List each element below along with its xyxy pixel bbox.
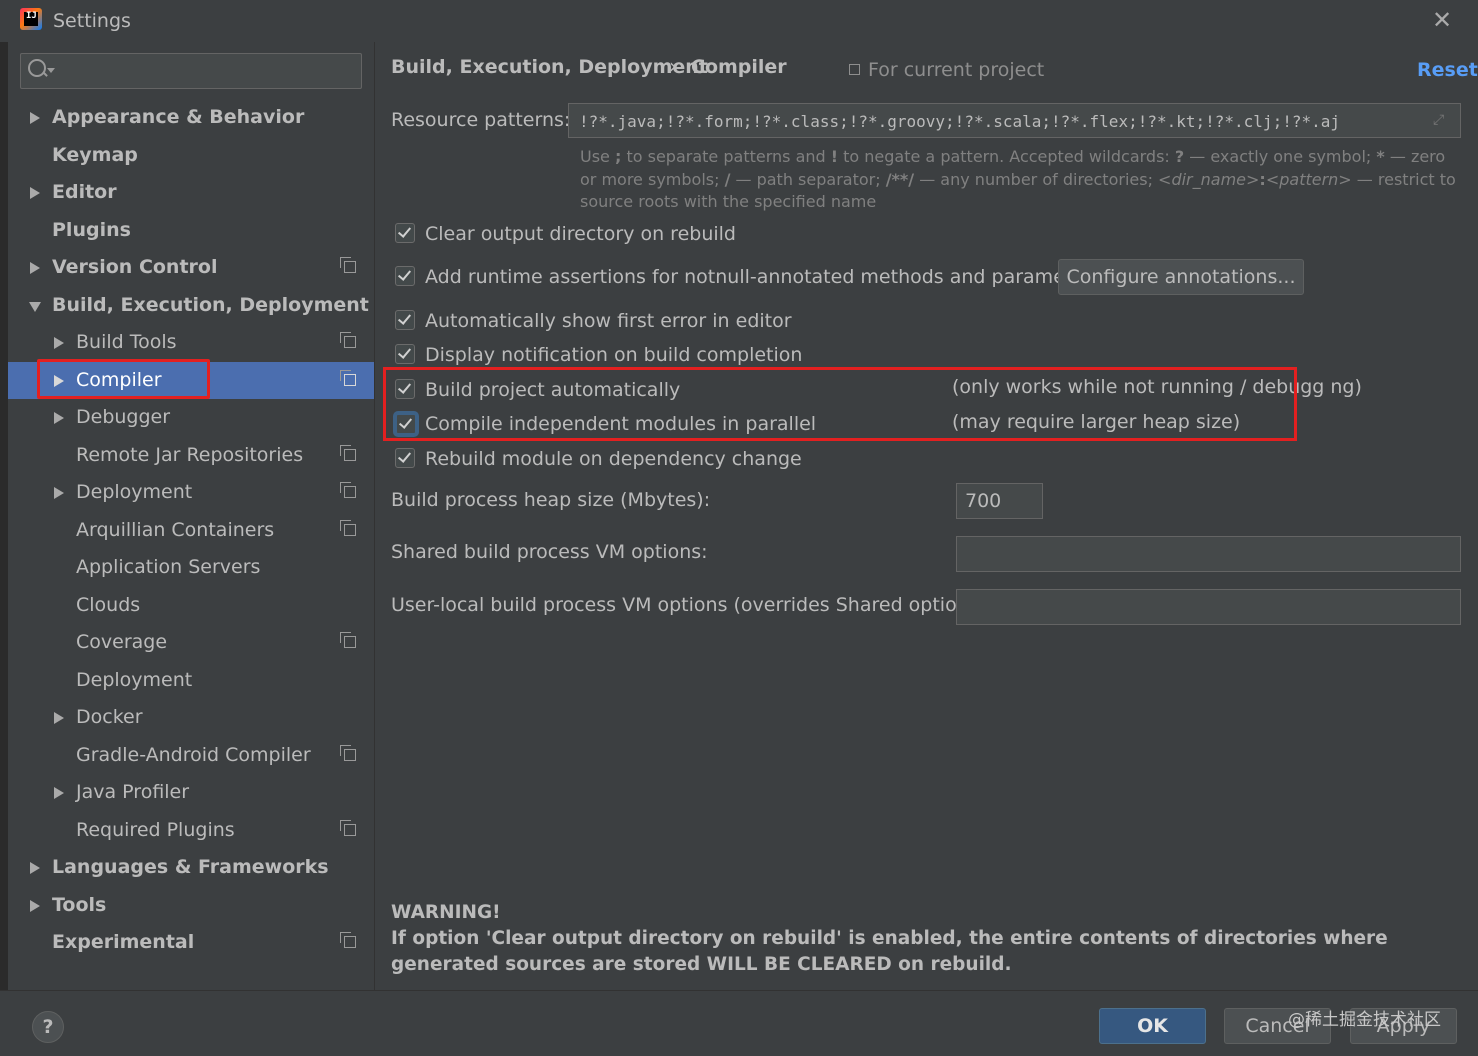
settings-sidebar: Appearance & Behavior Keymap Editor Plug… bbox=[8, 42, 374, 990]
configure-annotations-button[interactable]: Configure annotations... bbox=[1058, 259, 1304, 295]
expand-arrow-icon[interactable] bbox=[30, 262, 40, 274]
sidebar-item-keymap[interactable]: Keymap bbox=[8, 137, 374, 174]
checkbox-clear-output[interactable] bbox=[395, 223, 415, 243]
warning-text: If option 'Clear output directory on reb… bbox=[391, 928, 1388, 975]
project-scope-icon bbox=[340, 520, 356, 536]
reset-link[interactable]: Reset bbox=[1417, 59, 1478, 81]
resource-patterns-input[interactable]: !?*.java;!?*.form;!?*.class;!?*.groovy;!… bbox=[568, 103, 1461, 138]
project-scope-icon bbox=[340, 332, 356, 348]
sidebar-item-tools[interactable]: Tools bbox=[8, 887, 374, 924]
close-icon[interactable]: ✕ bbox=[1432, 6, 1452, 34]
window-title: Settings bbox=[53, 10, 131, 32]
sidebar-item-build-tools[interactable]: Build Tools bbox=[8, 324, 374, 361]
ok-button[interactable]: OK bbox=[1099, 1008, 1206, 1044]
warning-title: WARNING! bbox=[391, 902, 501, 923]
warning-message: WARNING! If option 'Clear output directo… bbox=[391, 900, 1461, 978]
sidebar-item-debugger[interactable]: Debugger bbox=[8, 399, 374, 436]
project-scope-icon bbox=[340, 445, 356, 461]
shared-vm-options-input[interactable] bbox=[956, 536, 1461, 572]
title-bar: IJ Settings ✕ bbox=[0, 0, 1478, 42]
expand-arrow-icon[interactable] bbox=[30, 187, 40, 199]
project-scope-icon bbox=[340, 482, 356, 498]
window-left-edge bbox=[0, 0, 8, 1055]
breadcrumb-parent[interactable]: Build, Execution, Deployment bbox=[391, 56, 708, 78]
sidebar-item-application-servers[interactable]: Application Servers bbox=[8, 549, 374, 586]
sidebar-item-arquillian-containers[interactable]: Arquillian Containers bbox=[8, 512, 374, 549]
expand-arrow-icon[interactable] bbox=[30, 112, 40, 124]
breadcrumb-separator: › bbox=[669, 54, 677, 78]
sidebar-item-deployment-2[interactable]: Deployment bbox=[8, 662, 374, 699]
project-scope-icon bbox=[340, 745, 356, 761]
project-scope-icon bbox=[340, 257, 356, 273]
user-vm-options-input[interactable] bbox=[956, 589, 1461, 625]
sidebar-item-build-execution-deployment[interactable]: Build, Execution, Deployment bbox=[8, 287, 374, 324]
resource-patterns-hint: Use ; to separate patterns and ! to nega… bbox=[580, 147, 1456, 211]
checkbox-rebuild-on-dependency[interactable] bbox=[395, 448, 415, 468]
sidebar-item-remote-jar-repositories[interactable]: Remote Jar Repositories bbox=[8, 437, 374, 474]
intellij-logo-icon: IJ bbox=[20, 8, 42, 30]
sidebar-item-deployment[interactable]: Deployment bbox=[8, 474, 374, 511]
sidebar-item-version-control[interactable]: Version Control bbox=[8, 249, 374, 286]
sidebar-item-clouds[interactable]: Clouds bbox=[8, 587, 374, 624]
highlight-annotation-options bbox=[383, 367, 1297, 441]
expand-arrow-icon[interactable] bbox=[30, 900, 40, 912]
breadcrumb-current: Compiler bbox=[691, 56, 787, 78]
sidebar-item-languages-frameworks[interactable]: Languages & Frameworks bbox=[8, 849, 374, 886]
sidebar-item-appearance-behavior[interactable]: Appearance & Behavior bbox=[8, 99, 374, 136]
collapse-arrow-icon[interactable] bbox=[29, 302, 41, 312]
expand-arrow-icon[interactable] bbox=[54, 412, 64, 424]
scope-label: For current project bbox=[868, 59, 1045, 81]
sidebar-item-docker[interactable]: Docker bbox=[8, 699, 374, 736]
project-scope-icon bbox=[340, 820, 356, 836]
project-scope-icon bbox=[849, 64, 860, 75]
heap-size-label: Build process heap size (Mbytes): bbox=[391, 489, 711, 511]
expand-arrow-icon[interactable] bbox=[54, 337, 64, 349]
expand-arrow-icon[interactable] bbox=[54, 487, 64, 499]
sidebar-item-required-plugins[interactable]: Required Plugins bbox=[8, 812, 374, 849]
resource-patterns-label: Resource patterns: bbox=[391, 109, 571, 131]
compiler-settings-panel: Build, Execution, Deployment › Compiler … bbox=[375, 42, 1478, 990]
user-vm-options-label: User-local build process VM options (ove… bbox=[391, 594, 993, 616]
search-options-icon[interactable] bbox=[47, 68, 55, 73]
help-button[interactable]: ? bbox=[32, 1011, 64, 1043]
project-scope-icon bbox=[340, 370, 356, 386]
project-scope-icon bbox=[340, 932, 356, 948]
watermark: @稀土掘金技术社区 bbox=[1288, 1010, 1441, 1030]
project-scope-icon bbox=[340, 632, 356, 648]
dialog-footer: ? OK Cancel Apply @稀土掘金技术社区 bbox=[0, 990, 1478, 1056]
sidebar-item-experimental[interactable]: Experimental bbox=[8, 924, 374, 961]
checkbox-build-notification[interactable] bbox=[395, 344, 415, 364]
heap-size-input[interactable]: 700 bbox=[956, 483, 1043, 519]
sidebar-item-coverage[interactable]: Coverage bbox=[8, 624, 374, 661]
expand-arrow-icon[interactable] bbox=[54, 712, 64, 724]
highlight-annotation-compiler bbox=[37, 359, 210, 399]
search-input[interactable] bbox=[20, 53, 362, 89]
expand-arrow-icon[interactable] bbox=[30, 862, 40, 874]
sidebar-item-gradle-android-compiler[interactable]: Gradle-Android Compiler bbox=[8, 737, 374, 774]
checkbox-runtime-assertions[interactable] bbox=[395, 266, 415, 286]
sidebar-item-java-profiler[interactable]: Java Profiler bbox=[8, 774, 374, 811]
sidebar-item-plugins[interactable]: Plugins bbox=[8, 212, 374, 249]
shared-vm-options-label: Shared build process VM options: bbox=[391, 541, 708, 563]
checkbox-show-first-error[interactable] bbox=[395, 310, 415, 330]
search-icon bbox=[28, 59, 46, 77]
sidebar-item-editor[interactable]: Editor bbox=[8, 174, 374, 211]
expand-arrow-icon[interactable] bbox=[54, 787, 64, 799]
expand-field-icon[interactable]: ⤢ bbox=[1433, 112, 1447, 128]
